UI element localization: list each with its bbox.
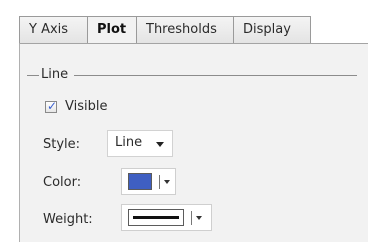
line-weight-preview xyxy=(128,209,184,226)
color-button-divider xyxy=(159,175,160,189)
tab-strip-end-divider xyxy=(310,16,311,43)
weight-picker-button[interactable] xyxy=(121,204,212,231)
tab-strip: Y Axis Plot Thresholds Display xyxy=(0,16,368,44)
tab-display-label: Display xyxy=(243,22,291,37)
color-swatch xyxy=(128,173,152,190)
plot-panel: Line ✓ Visible Style: Line Color: Weight… xyxy=(19,43,368,242)
visible-checkbox[interactable]: ✓ xyxy=(45,99,58,113)
color-label: Color: xyxy=(43,175,82,190)
tab-thresholds[interactable]: Thresholds xyxy=(137,16,234,43)
color-picker-button[interactable] xyxy=(121,168,176,195)
check-icon: ✓ xyxy=(47,99,58,113)
weight-label: Weight: xyxy=(43,212,93,227)
group-border-left xyxy=(27,75,39,76)
visible-label: Visible xyxy=(65,99,108,114)
style-select-value: Line xyxy=(115,135,143,150)
tab-y-axis-label: Y Axis xyxy=(29,22,69,37)
chevron-down-icon xyxy=(156,142,164,147)
tab-plot[interactable]: Plot xyxy=(87,16,137,44)
chevron-down-icon xyxy=(196,216,202,220)
tab-plot-label: Plot xyxy=(97,22,127,37)
tab-display[interactable]: Display xyxy=(233,16,311,43)
line-weight-sample xyxy=(133,216,179,219)
tab-y-axis[interactable]: Y Axis xyxy=(19,16,88,43)
tab-thresholds-label: Thresholds xyxy=(146,22,217,37)
line-group-title: Line xyxy=(41,67,69,82)
weight-button-divider xyxy=(191,211,192,225)
group-border-right xyxy=(74,75,357,76)
chevron-down-icon xyxy=(164,180,170,184)
style-select[interactable]: Line xyxy=(107,130,173,157)
style-label: Style: xyxy=(43,137,81,152)
